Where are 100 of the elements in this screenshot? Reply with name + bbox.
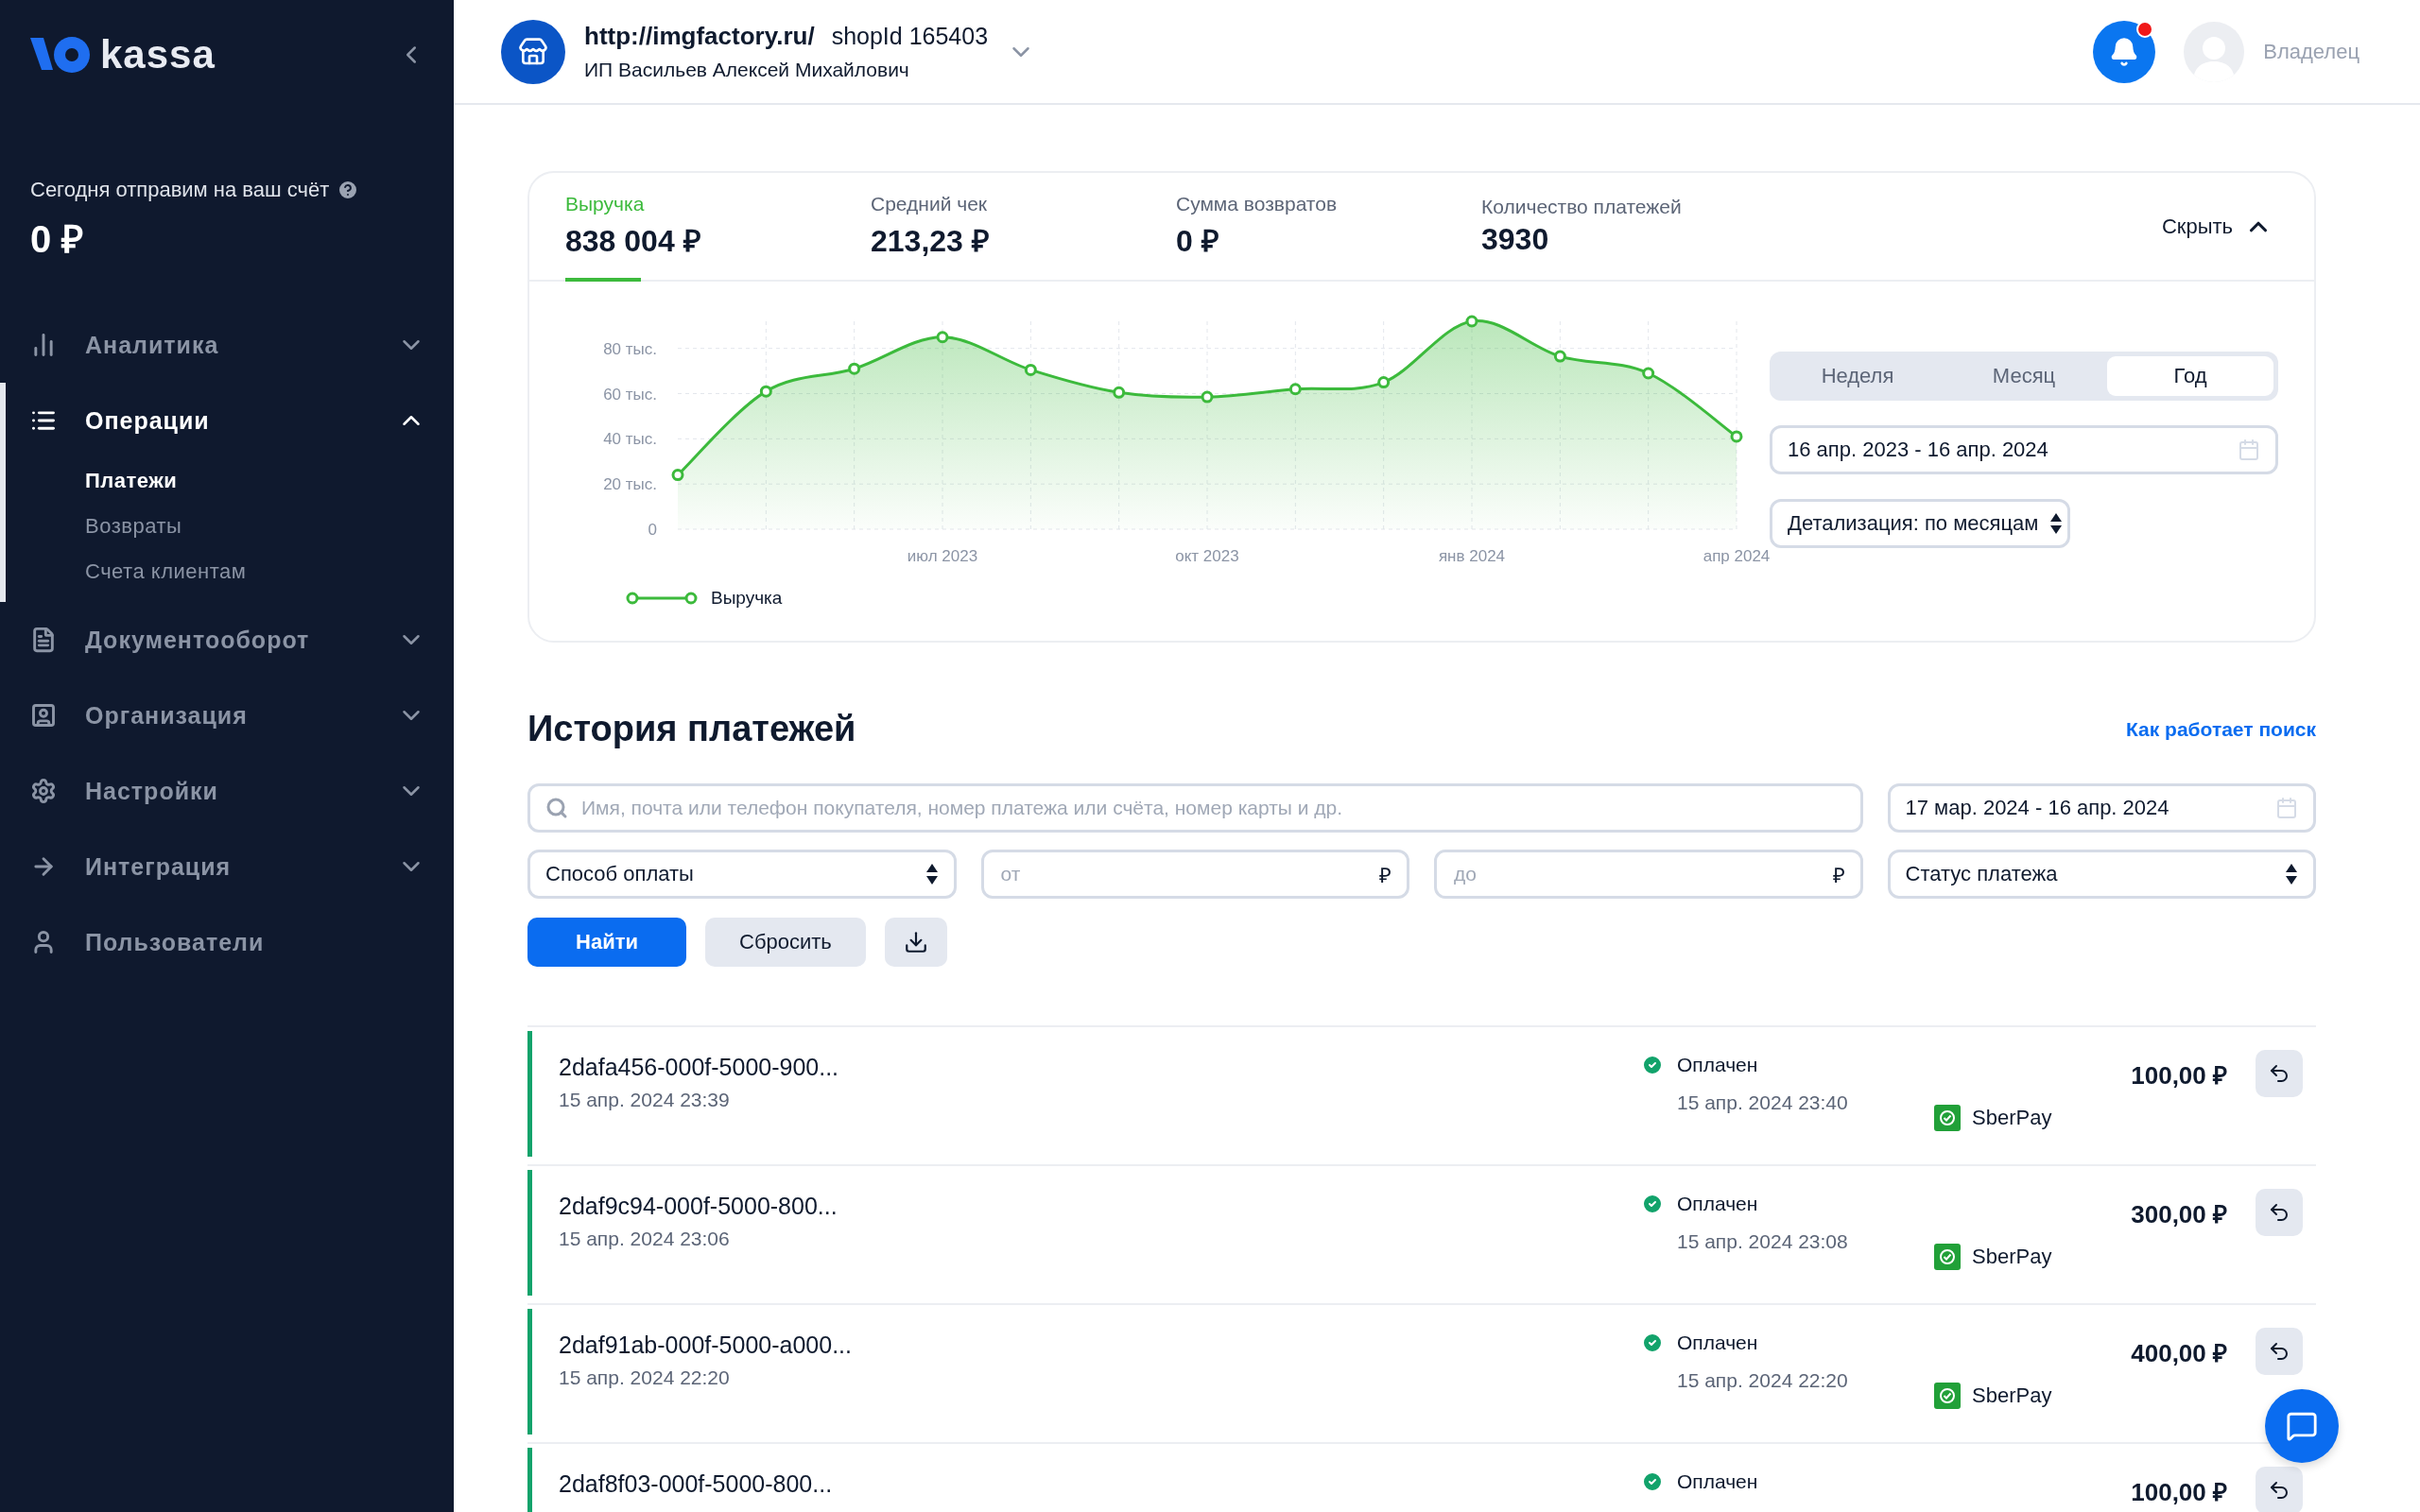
nav-item[interactable]: Аналитика	[6, 307, 454, 383]
amount-from-field[interactable]: от	[998, 862, 1368, 886]
period-tab[interactable]: Месяц	[1941, 356, 2107, 396]
owner-name: ИП Васильев Алексей Михайлович	[584, 59, 910, 81]
nav-item[interactable]: Пользователи	[6, 904, 454, 980]
sort-icon	[2285, 863, 2298, 885]
nav-subitem[interactable]: Счета клиентам	[6, 549, 454, 594]
refund-button[interactable]	[2256, 1050, 2303, 1097]
data-point	[671, 469, 684, 482]
x-axis-label: янв 2024	[1438, 547, 1506, 565]
stat-tab[interactable]: Количество платежей 3930	[1481, 173, 1787, 280]
reset-button[interactable]: Сбросить	[705, 918, 866, 967]
id-card-icon	[30, 702, 57, 729]
x-axis-label: окт 2023	[1175, 547, 1239, 565]
sort-icon	[2049, 512, 2064, 535]
download-button[interactable]	[884, 918, 947, 967]
data-point	[1553, 350, 1566, 363]
payment-amount: 400,00 ₽	[2130, 1338, 2227, 1369]
y-axis-label: 60 тыс.	[603, 385, 657, 404]
check-icon	[1641, 1054, 1664, 1076]
y-axis-label: 40 тыс.	[603, 430, 657, 449]
data-point	[936, 331, 949, 344]
undo-icon	[2268, 1201, 2290, 1224]
payment-method-icon	[1934, 1105, 1961, 1131]
help-link[interactable]: Как работает поиск	[2126, 717, 2316, 741]
refund-button[interactable]	[2256, 1328, 2303, 1375]
stat-tab[interactable]: Средний чек 213,23 ₽	[871, 173, 1176, 280]
date-range-field[interactable]: 16 апр. 2023 - 16 апр. 2024	[1770, 425, 2278, 474]
find-button[interactable]: Найти	[527, 918, 686, 967]
user-role: Владелец	[2263, 39, 2360, 64]
download-icon	[903, 930, 928, 954]
amount-to-box[interactable]: до ₽	[1434, 850, 1863, 899]
y-axis-label: 0	[648, 521, 657, 539]
nav-item[interactable]: Документооборот	[6, 602, 454, 678]
status-select[interactable]: Статус платежа	[1887, 850, 2316, 899]
check-icon	[1641, 1470, 1664, 1493]
payment-amount: 300,00 ₽	[2130, 1199, 2227, 1230]
data-point	[1201, 390, 1214, 404]
data-point	[1730, 430, 1743, 443]
hide-button[interactable]: Скрыть	[2155, 211, 2278, 242]
x-axis-label: июл 2023	[907, 547, 978, 565]
document-icon	[30, 627, 57, 653]
detail-select[interactable]: Детализация: по месяцам	[1770, 499, 2070, 548]
amount-to-field[interactable]: до	[1452, 862, 1822, 886]
payment-status: Оплачен	[1677, 1193, 1758, 1215]
calendar-icon	[2275, 797, 2298, 819]
payment-id[interactable]: 2daf91ab-000f-5000-a000...	[559, 1332, 1641, 1359]
payment-amount: 100,00 ₽	[2130, 1477, 2227, 1508]
check-icon	[1641, 1193, 1664, 1215]
payment-status: Оплачен	[1677, 1470, 1758, 1493]
gear-icon	[30, 778, 57, 804]
payment-method-select[interactable]: Способ оплаты	[527, 850, 957, 899]
store-icon	[518, 36, 548, 67]
payment-method-icon	[1934, 1383, 1961, 1409]
period-tab[interactable]: Год	[2107, 356, 2273, 396]
stat-tab[interactable]: Выручка 838 004 ₽	[565, 173, 871, 280]
nav-item[interactable]: Организация	[6, 678, 454, 753]
shop-url: http://imgfactory.ru/	[584, 22, 815, 51]
payment-method: SberPay	[1972, 1383, 2052, 1408]
search-icon	[545, 797, 568, 819]
paid-time: 15 апр. 2024 23:40	[1676, 1091, 1849, 1114]
search-field[interactable]: Имя, почта или телефон покупателя, номер платежа или счёта, номер карты и др.	[579, 796, 1845, 820]
data-point	[1113, 386, 1126, 399]
nav-item[interactable]: Операции	[6, 383, 454, 458]
undo-icon	[2268, 1479, 2290, 1502]
chat-icon	[2286, 1410, 2318, 1442]
payment-id[interactable]: 2daf9c94-000f-5000-800...	[559, 1193, 1641, 1220]
payment-status: Оплачен	[1677, 1054, 1758, 1076]
legend-line-icon	[626, 592, 698, 605]
paid-time: 15 апр. 2024 22:20	[1676, 1369, 1849, 1392]
date-range-field[interactable]: 17 мар. 2024 - 16 апр. 2024	[1887, 783, 2316, 833]
nav-item[interactable]: Настройки	[6, 753, 454, 829]
payment-method-icon	[1934, 1244, 1961, 1270]
y-axis-label: 80 тыс.	[603, 339, 657, 358]
payment-id[interactable]: 2daf8f03-000f-5000-800...	[559, 1470, 1641, 1498]
data-point	[1642, 367, 1655, 380]
refund-button[interactable]	[2256, 1189, 2303, 1236]
balance-amount: 0 ₽	[30, 217, 85, 262]
data-point	[1465, 315, 1478, 328]
currency-sign: ₽	[1379, 863, 1392, 888]
calendar-icon	[2238, 438, 2260, 461]
payment-amount: 100,00 ₽	[2130, 1060, 2227, 1091]
y-axis-label: 20 тыс.	[603, 475, 657, 494]
refund-button[interactable]	[2256, 1467, 2303, 1512]
search-box[interactable]: Имя, почта или телефон покупателя, номер платежа или счёта, номер карты и др.	[527, 783, 1863, 833]
payment-status: Оплачен	[1677, 1332, 1758, 1354]
data-point	[759, 385, 772, 398]
amount-from-box[interactable]: от ₽	[980, 850, 1409, 899]
legend-label: Выручка	[711, 588, 783, 609]
data-point	[1377, 376, 1391, 389]
nav-subitem[interactable]: Возвраты	[6, 504, 454, 549]
nav-subitem[interactable]: Платежи	[6, 458, 454, 504]
data-point	[848, 362, 861, 375]
payment-id[interactable]: 2dafa456-000f-5000-900...	[559, 1054, 1641, 1081]
stat-tab[interactable]: Сумма возвратов 0 ₽	[1176, 173, 1481, 280]
created-time: 15 апр. 2024 22:20	[559, 1366, 731, 1389]
period-tab[interactable]: Неделя	[1774, 356, 1941, 396]
paid-time: 15 апр. 2024 23:08	[1676, 1230, 1849, 1253]
shop-id: shopId 165403	[831, 23, 989, 50]
nav-item[interactable]: Интеграция	[6, 829, 454, 904]
